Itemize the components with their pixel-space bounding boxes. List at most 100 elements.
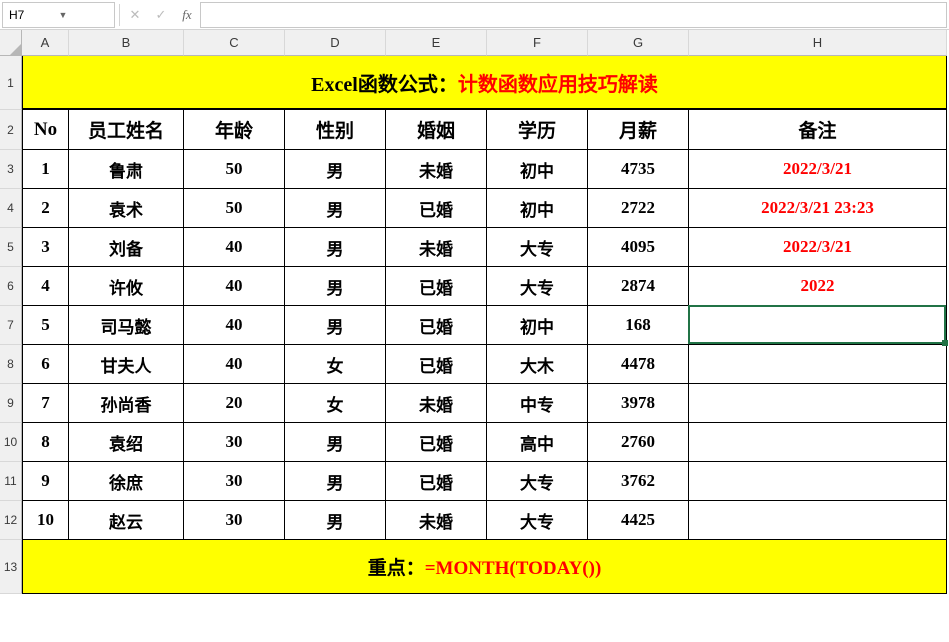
cell-sex-r9[interactable]: 男 xyxy=(285,462,386,501)
row-header-6[interactable]: 6 xyxy=(0,267,22,306)
cell-name-r8[interactable]: 袁绍 xyxy=(69,423,184,462)
fx-icon[interactable]: fx xyxy=(174,3,200,27)
cell-edu-r8[interactable]: 高中 xyxy=(487,423,588,462)
cell-edu-r5[interactable]: 初中 xyxy=(487,306,588,345)
cell-salary-r7[interactable]: 3978 xyxy=(588,384,689,423)
cell-remark-r7[interactable] xyxy=(689,384,947,423)
cell-no-r10[interactable]: 10 xyxy=(22,501,69,540)
cell-remark-r5[interactable] xyxy=(689,306,947,345)
header-sex[interactable]: 性别 xyxy=(285,110,386,150)
column-header-F[interactable]: F xyxy=(487,30,588,56)
row-header-4[interactable]: 4 xyxy=(0,189,22,228)
cell-salary-r2[interactable]: 2722 xyxy=(588,189,689,228)
cell-salary-r10[interactable]: 4425 xyxy=(588,501,689,540)
cell-name-r6[interactable]: 甘夫人 xyxy=(69,345,184,384)
cell-salary-r3[interactable]: 4095 xyxy=(588,228,689,267)
column-header-A[interactable]: A xyxy=(22,30,69,56)
row-header-10[interactable]: 10 xyxy=(0,423,22,462)
select-all-corner[interactable] xyxy=(0,30,22,56)
row-header-12[interactable]: 12 xyxy=(0,501,22,540)
cell-marriage-r9[interactable]: 已婚 xyxy=(386,462,487,501)
cell-marriage-r7[interactable]: 未婚 xyxy=(386,384,487,423)
cell-name-r3[interactable]: 刘备 xyxy=(69,228,184,267)
cell-name-r4[interactable]: 许攸 xyxy=(69,267,184,306)
cell-sex-r3[interactable]: 男 xyxy=(285,228,386,267)
cell-marriage-r1[interactable]: 未婚 xyxy=(386,150,487,189)
cell-remark-r6[interactable] xyxy=(689,345,947,384)
cell-no-r3[interactable]: 3 xyxy=(22,228,69,267)
header-edu[interactable]: 学历 xyxy=(487,110,588,150)
row-header-8[interactable]: 8 xyxy=(0,345,22,384)
row-header-3[interactable]: 3 xyxy=(0,150,22,189)
row-header-7[interactable]: 7 xyxy=(0,306,22,345)
cell-remark-r10[interactable] xyxy=(689,501,947,540)
cell-remark-r2[interactable]: 2022/3/21 23:23 xyxy=(689,189,947,228)
cell-age-r2[interactable]: 50 xyxy=(184,189,285,228)
cell-marriage-r6[interactable]: 已婚 xyxy=(386,345,487,384)
cell-age-r9[interactable]: 30 xyxy=(184,462,285,501)
cell-sex-r5[interactable]: 男 xyxy=(285,306,386,345)
cell-remark-r8[interactable] xyxy=(689,423,947,462)
cell-name-r1[interactable]: 鲁肃 xyxy=(69,150,184,189)
cell-sex-r2[interactable]: 男 xyxy=(285,189,386,228)
cell-salary-r9[interactable]: 3762 xyxy=(588,462,689,501)
cell-no-r5[interactable]: 5 xyxy=(22,306,69,345)
cell-sex-r10[interactable]: 男 xyxy=(285,501,386,540)
cell-no-r2[interactable]: 2 xyxy=(22,189,69,228)
column-header-D[interactable]: D xyxy=(285,30,386,56)
cell-edu-r9[interactable]: 大专 xyxy=(487,462,588,501)
cell-no-r9[interactable]: 9 xyxy=(22,462,69,501)
column-header-H[interactable]: H xyxy=(689,30,947,56)
cell-sex-r4[interactable]: 男 xyxy=(285,267,386,306)
row-header-13[interactable]: 13 xyxy=(0,540,22,594)
header-marriage[interactable]: 婚姻 xyxy=(386,110,487,150)
cell-edu-r7[interactable]: 中专 xyxy=(487,384,588,423)
row-header-9[interactable]: 9 xyxy=(0,384,22,423)
header-age[interactable]: 年龄 xyxy=(184,110,285,150)
cell-no-r4[interactable]: 4 xyxy=(22,267,69,306)
cell-age-r5[interactable]: 40 xyxy=(184,306,285,345)
cell-salary-r5[interactable]: 168 xyxy=(588,306,689,345)
cell-name-r5[interactable]: 司马懿 xyxy=(69,306,184,345)
header-salary[interactable]: 月薪 xyxy=(588,110,689,150)
cell-marriage-r3[interactable]: 未婚 xyxy=(386,228,487,267)
cell-edu-r6[interactable]: 大木 xyxy=(487,345,588,384)
cell-edu-r4[interactable]: 大专 xyxy=(487,267,588,306)
cell-salary-r6[interactable]: 4478 xyxy=(588,345,689,384)
cell-age-r6[interactable]: 40 xyxy=(184,345,285,384)
row-header-1[interactable]: 1 xyxy=(0,56,22,110)
cell-name-r7[interactable]: 孙尚香 xyxy=(69,384,184,423)
cell-age-r1[interactable]: 50 xyxy=(184,150,285,189)
footer-cell[interactable]: 重点：=MONTH(TODAY()) xyxy=(22,540,947,594)
cell-remark-r1[interactable]: 2022/3/21 xyxy=(689,150,947,189)
cell-name-r2[interactable]: 袁术 xyxy=(69,189,184,228)
cell-edu-r1[interactable]: 初中 xyxy=(487,150,588,189)
cell-marriage-r8[interactable]: 已婚 xyxy=(386,423,487,462)
cell-remark-r9[interactable] xyxy=(689,462,947,501)
title-cell[interactable]: Excel函数公式：计数函数应用技巧解读 xyxy=(22,56,947,110)
cell-edu-r2[interactable]: 初中 xyxy=(487,189,588,228)
cell-age-r4[interactable]: 40 xyxy=(184,267,285,306)
cell-sex-r8[interactable]: 男 xyxy=(285,423,386,462)
row-header-11[interactable]: 11 xyxy=(0,462,22,501)
header-no[interactable]: No xyxy=(22,110,69,150)
cell-no-r1[interactable]: 1 xyxy=(22,150,69,189)
cell-marriage-r4[interactable]: 已婚 xyxy=(386,267,487,306)
cell-no-r6[interactable]: 6 xyxy=(22,345,69,384)
cell-name-r9[interactable]: 徐庶 xyxy=(69,462,184,501)
name-box[interactable]: H7 ▼ xyxy=(2,2,115,28)
cell-sex-r1[interactable]: 男 xyxy=(285,150,386,189)
cell-marriage-r2[interactable]: 已婚 xyxy=(386,189,487,228)
column-header-E[interactable]: E xyxy=(386,30,487,56)
cell-salary-r8[interactable]: 2760 xyxy=(588,423,689,462)
cell-marriage-r5[interactable]: 已婚 xyxy=(386,306,487,345)
cell-remark-r4[interactable]: 2022 xyxy=(689,267,947,306)
cell-age-r8[interactable]: 30 xyxy=(184,423,285,462)
column-header-C[interactable]: C xyxy=(184,30,285,56)
cell-marriage-r10[interactable]: 未婚 xyxy=(386,501,487,540)
cell-age-r10[interactable]: 30 xyxy=(184,501,285,540)
formula-input[interactable] xyxy=(200,2,947,28)
row-header-2[interactable]: 2 xyxy=(0,110,22,150)
cell-salary-r1[interactable]: 4735 xyxy=(588,150,689,189)
cell-sex-r6[interactable]: 女 xyxy=(285,345,386,384)
